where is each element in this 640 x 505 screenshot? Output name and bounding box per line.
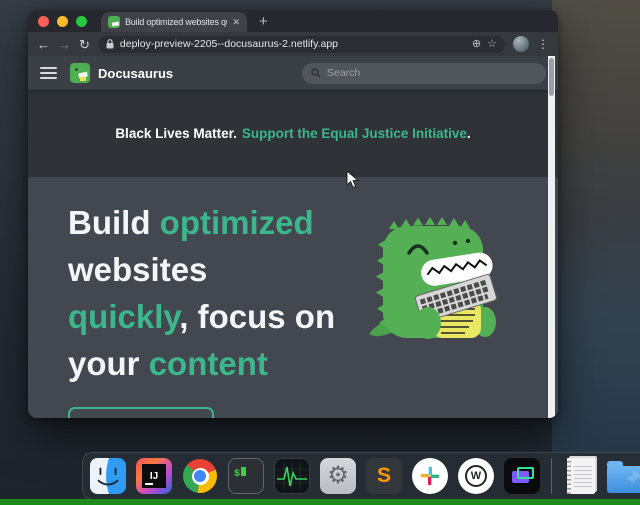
close-window-button[interactable]: [38, 16, 49, 27]
browser-menu-icon[interactable]: ⋮: [537, 38, 549, 50]
site-navbar: Docusaurus Search: [28, 56, 558, 90]
address-bar[interactable]: deploy-preview-2205--docusaurus-2.netlif…: [98, 36, 505, 53]
webpage: Docusaurus Search Black Lives Matter. Su…: [28, 56, 558, 418]
bookmark-star-icon[interactable]: ☆: [487, 39, 497, 50]
traffic-lights: [38, 10, 87, 32]
url-text: deploy-preview-2205--docusaurus-2.netlif…: [120, 38, 338, 50]
announcement-link[interactable]: Support the Equal Justice Initiative: [242, 126, 467, 141]
extensions-icon[interactable]: ⊕: [472, 39, 481, 50]
dock-intellij-idea-icon[interactable]: IJ: [134, 456, 174, 496]
browser-toolbar: ← → ↻ deploy-preview-2205--docusaurus-2.…: [28, 32, 558, 56]
tab-title: Build optimized websites quick: [125, 17, 227, 27]
dock-workplace-chat-icon[interactable]: W: [456, 456, 496, 496]
desktop: Build optimized websites quick ✕ + ← → ↻…: [0, 0, 640, 505]
docusaurus-logo-icon: [70, 63, 90, 83]
scrollbar-thumb[interactable]: [549, 58, 554, 96]
new-tab-button[interactable]: +: [259, 14, 268, 29]
gear-icon: ⚙: [327, 464, 349, 488]
minimize-window-button[interactable]: [57, 16, 68, 27]
wallpaper-cliffs: [552, 0, 640, 505]
hero-title-line: Build optimized: [68, 199, 335, 246]
profile-avatar[interactable]: [513, 36, 529, 52]
dock-screen-capture-app-icon[interactable]: [502, 456, 542, 496]
announcement-text: Black Lives Matter.: [115, 126, 237, 141]
dock-finder-icon[interactable]: [88, 456, 128, 496]
hamburger-menu-icon[interactable]: [40, 67, 57, 79]
site-title[interactable]: Docusaurus: [98, 66, 173, 81]
hero-title-line: websites: [68, 246, 335, 293]
browser-tab[interactable]: Build optimized websites quick ✕: [101, 12, 247, 32]
back-icon[interactable]: ←: [37, 38, 50, 51]
docusaurus-favicon-icon: [108, 16, 120, 28]
progress-bar: [0, 499, 640, 505]
lock-icon: [106, 39, 114, 49]
dock-system-preferences-icon[interactable]: ⚙: [318, 456, 358, 496]
announcement-suffix: .: [467, 126, 471, 141]
hero-section: Build optimized websites quickly, focus …: [28, 177, 558, 418]
dock-divider: [551, 458, 552, 494]
forward-icon[interactable]: →: [58, 38, 71, 51]
browser-window: Build optimized websites quick ✕ + ← → ↻…: [28, 10, 558, 418]
zoom-window-button[interactable]: [76, 16, 87, 27]
dock: IJ $ ⚙ S: [82, 452, 640, 500]
close-tab-icon[interactable]: ✕: [232, 18, 240, 27]
tab-strip: Build optimized websites quick ✕ +: [28, 10, 558, 32]
dock-chrome-icon[interactable]: [180, 456, 220, 496]
page-scrollbar[interactable]: [548, 56, 555, 418]
search-placeholder: Search: [327, 67, 360, 79]
dock-slack-icon[interactable]: [410, 456, 450, 496]
hero-title: Build optimized websites quickly, focus …: [68, 199, 335, 387]
dock-downloads-folder-icon[interactable]: [607, 456, 640, 496]
dock-sublime-text-icon[interactable]: S: [364, 456, 404, 496]
dock-documents-stack-icon[interactable]: [561, 456, 601, 496]
docusaurus-mascot-illustration: [363, 210, 501, 340]
hero-title-line: quickly, focus on: [68, 293, 335, 340]
get-started-button[interactable]: [68, 407, 214, 418]
reload-icon[interactable]: ↻: [79, 38, 90, 51]
search-icon: [311, 68, 321, 78]
announcement-bar: Black Lives Matter. Support the Equal Ju…: [28, 90, 558, 177]
dock-activity-monitor-icon[interactable]: [272, 456, 312, 496]
mouse-cursor: [346, 170, 359, 189]
hero-title-line: your content: [68, 340, 335, 387]
dock-terminal-icon[interactable]: $: [226, 456, 266, 496]
search-input[interactable]: Search: [302, 63, 546, 84]
